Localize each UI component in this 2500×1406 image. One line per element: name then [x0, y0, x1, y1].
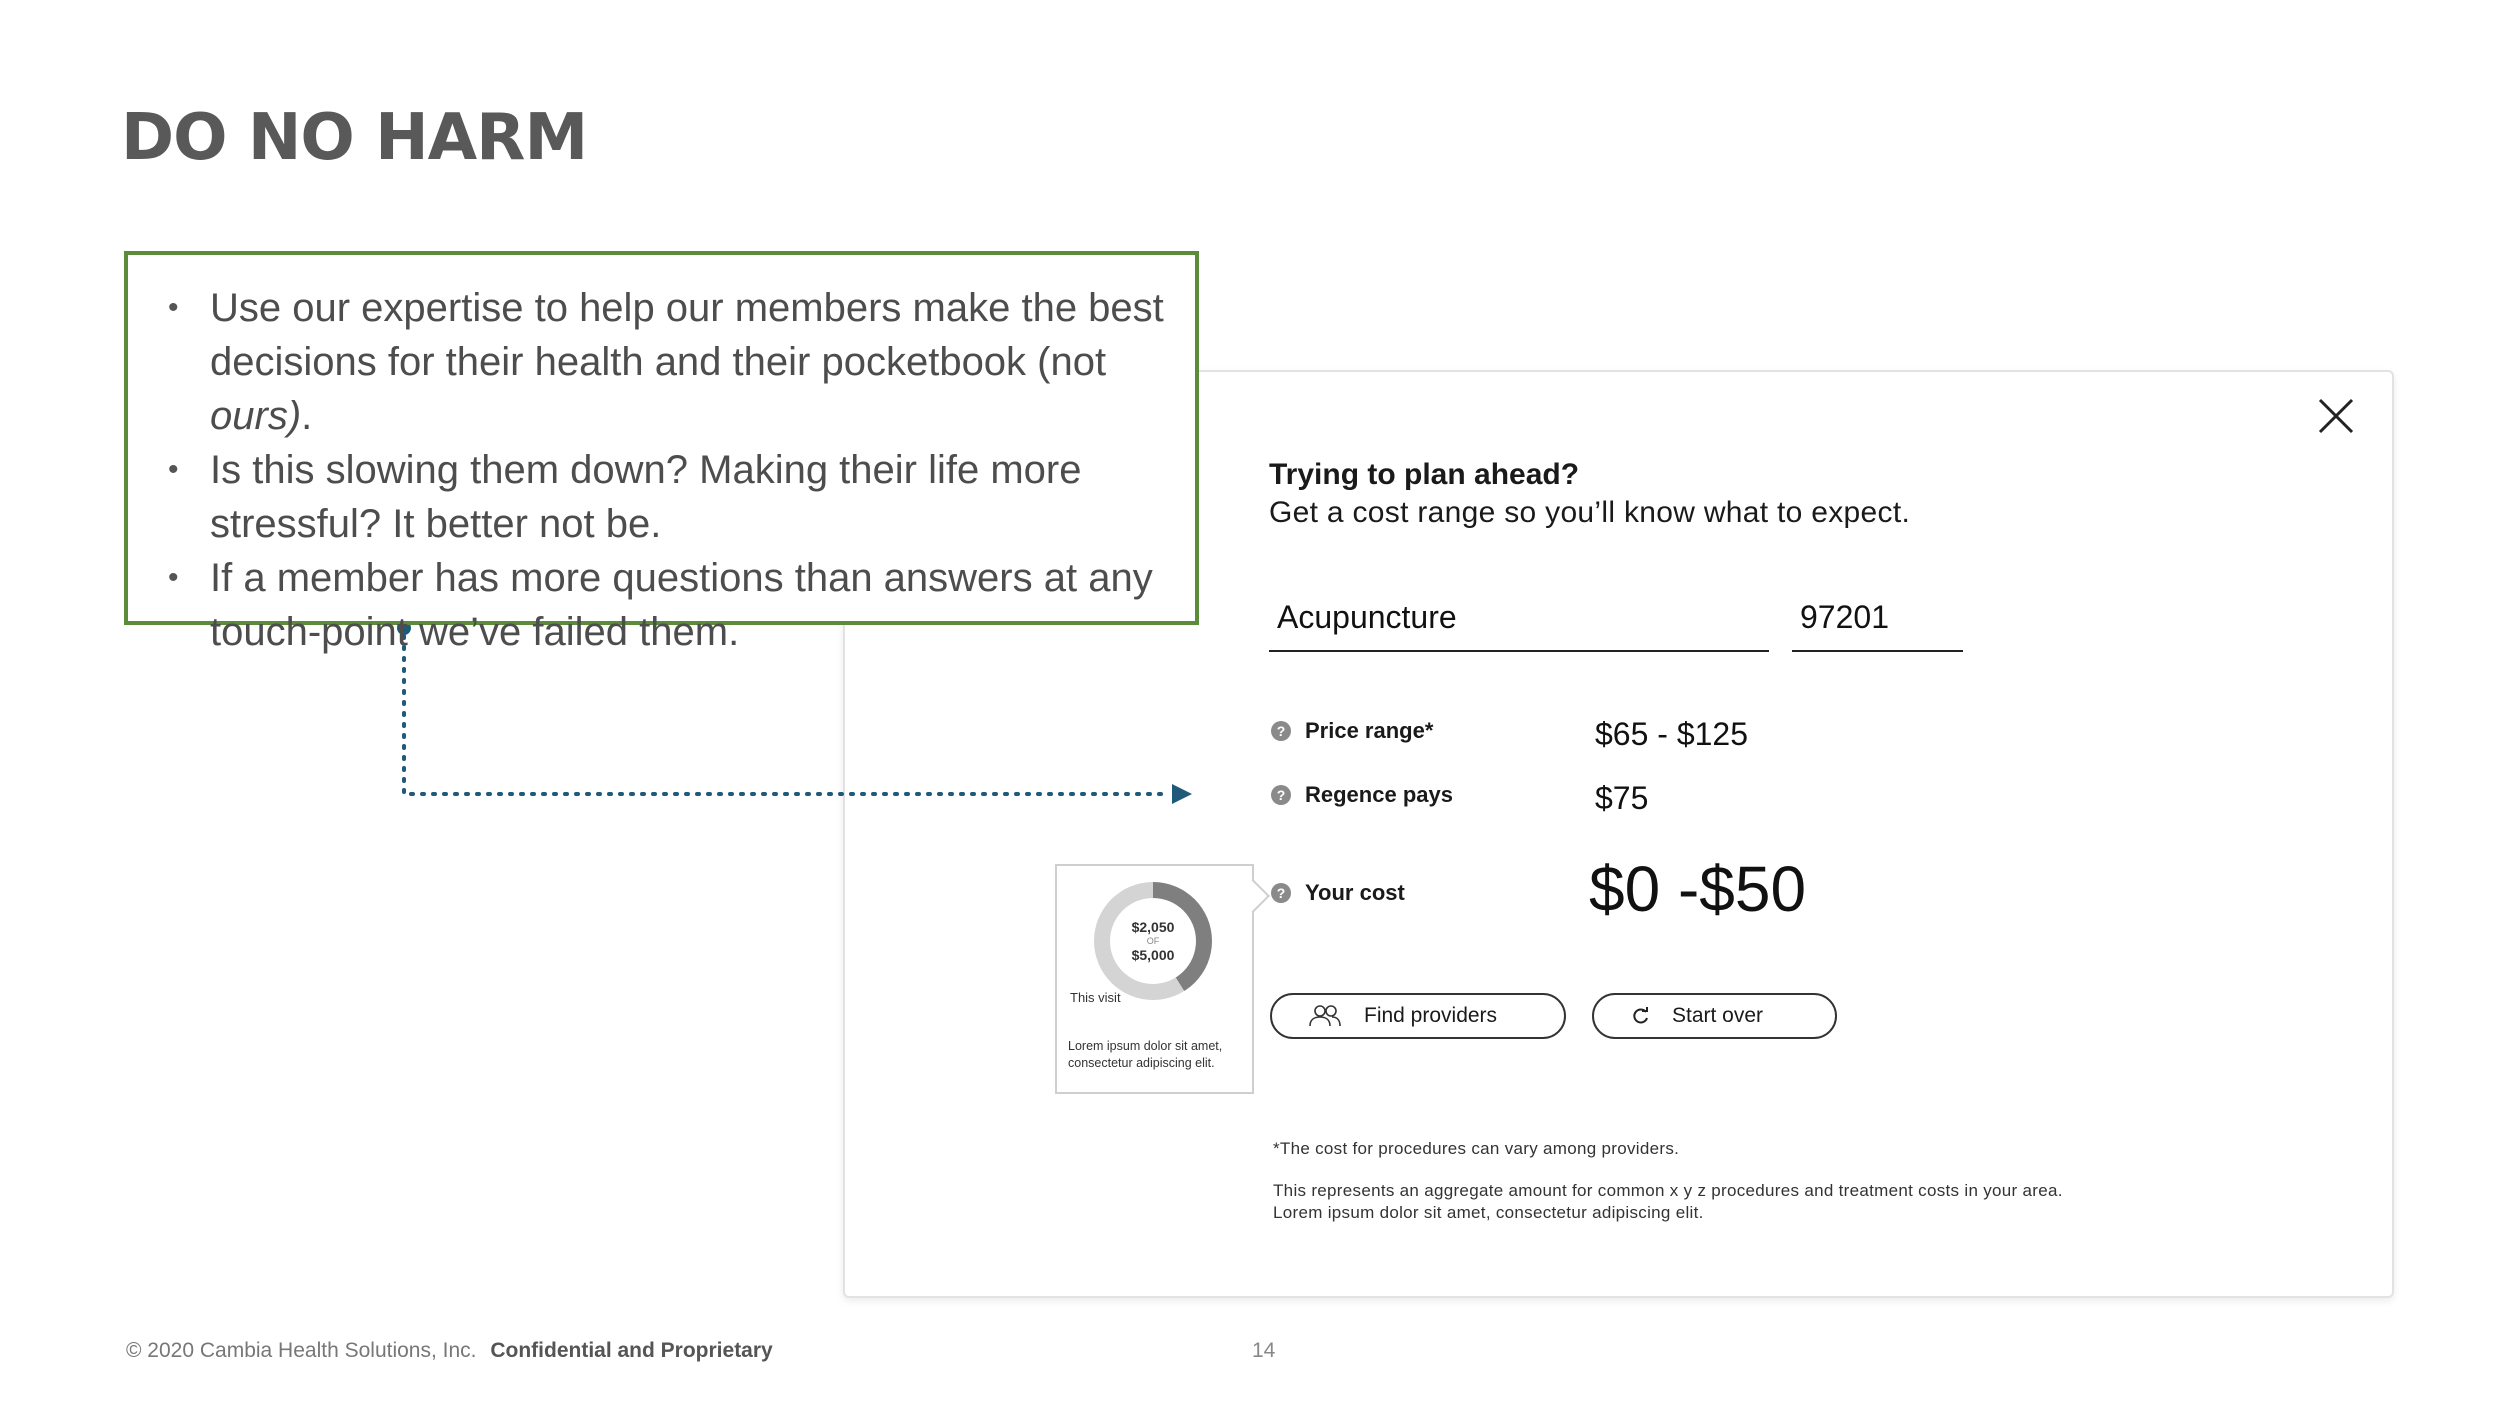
- price-range-label-row: ? Price range*: [1271, 718, 1433, 744]
- bullet-dot: •: [168, 453, 179, 486]
- footer-copyright: © 2020 Cambia Health Solutions, Inc.: [126, 1339, 477, 1362]
- donut-spent: $2,050: [1131, 919, 1175, 935]
- slide-title: DO NO HARM: [121, 101, 588, 175]
- principles-callout: • Use our expertise to help our members m…: [124, 251, 1199, 654]
- find-providers-label: Find providers: [1364, 1004, 1498, 1027]
- regence-pays-label: Regence pays: [1305, 782, 1453, 807]
- your-cost-label: Your cost: [1305, 880, 1405, 905]
- bullet-dot: •: [168, 291, 179, 324]
- refresh-icon: [1632, 1007, 1650, 1025]
- deductible-tooltip: $2,050 OF $5,000 This visit Lorem ipsum …: [1055, 864, 1270, 1094]
- footnote-aggregate: This represents an aggregate amount for …: [1273, 1181, 2063, 1222]
- bullet-dot: •: [168, 561, 179, 594]
- bullet-emphasis: ours): [210, 394, 302, 438]
- your-cost-value: $0 -$50: [1589, 853, 1807, 925]
- footer-confidential: Confidential and Proprietary: [490, 1339, 773, 1362]
- modal-heading: Trying to plan ahead?: [1269, 458, 1580, 491]
- start-over-button[interactable]: Start over: [1592, 993, 1837, 1039]
- tooltip-text: Lorem ipsum dolor sit amet, consectetur …: [1068, 1039, 1223, 1070]
- start-over-label: Start over: [1672, 1004, 1764, 1027]
- footnote-variance: *The cost for procedures can vary among …: [1273, 1139, 1680, 1158]
- bullet-text-3: If a member has more questions than answ…: [210, 556, 1153, 654]
- bullet-text-2: Is this slowing them down? Making their …: [210, 448, 1082, 546]
- donut-total: $5,000: [1131, 947, 1175, 963]
- price-range-label: Price range*: [1305, 718, 1434, 743]
- bullet-text-1: Use our expertise to help our members ma…: [210, 286, 1164, 384]
- deductible-donut: $2,050 OF $5,000: [1094, 882, 1212, 1000]
- zip-input[interactable]: [1792, 594, 1963, 652]
- page-number: 14: [1252, 1339, 1276, 1362]
- help-icon[interactable]: ?: [1271, 883, 1291, 903]
- find-providers-button[interactable]: Find providers: [1270, 993, 1566, 1039]
- close-icon[interactable]: [2314, 394, 2358, 438]
- list-item: • Is this slowing them down? Making their…: [150, 443, 1185, 551]
- tooltip-visit-label: This visit: [1070, 990, 1121, 1005]
- bullet-tail: .: [301, 394, 313, 438]
- modal-subheading: Get a cost range so you’ll know what to …: [1269, 496, 1911, 529]
- price-range-value: $65 - $125: [1595, 716, 1749, 752]
- help-icon[interactable]: ?: [1271, 721, 1291, 741]
- help-icon[interactable]: ?: [1271, 785, 1291, 805]
- donut-of: OF: [1146, 936, 1160, 946]
- regence-pays-label-row: ? Regence pays: [1271, 782, 1453, 808]
- list-item: • If a member has more questions than ans…: [150, 551, 1185, 659]
- list-item: • Use our expertise to help our members m…: [150, 281, 1185, 443]
- footer: © 2020 Cambia Health Solutions, Inc. Con…: [126, 1339, 773, 1363]
- regence-pays-value: $75: [1595, 780, 1649, 816]
- procedure-input[interactable]: [1269, 594, 1769, 652]
- donut-center: $2,050 OF $5,000: [1110, 898, 1196, 984]
- your-cost-label-row: ? Your cost: [1271, 880, 1405, 906]
- people-icon: [1308, 1004, 1342, 1028]
- principles-list: • Use our expertise to help our members m…: [150, 281, 1185, 659]
